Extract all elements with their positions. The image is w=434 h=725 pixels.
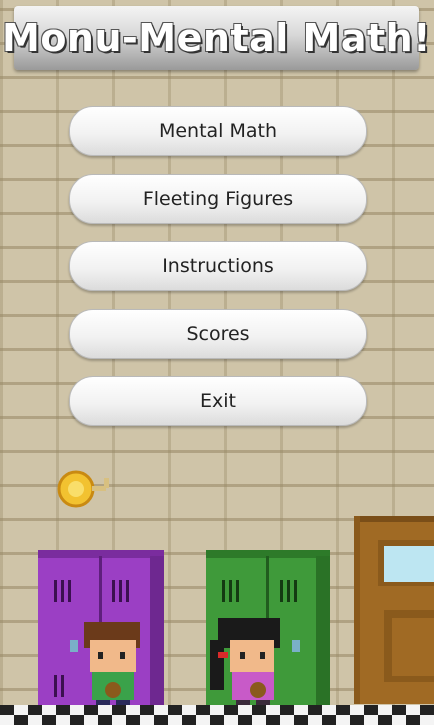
girl-character xyxy=(210,618,280,720)
mental-math-button[interactable]: Mental Math xyxy=(69,106,367,156)
green-locker xyxy=(206,550,330,721)
boy-character xyxy=(84,622,140,720)
purple-locker xyxy=(38,550,164,721)
scores-button[interactable]: Scores xyxy=(69,309,367,359)
wooden-door xyxy=(354,516,434,704)
checkered-floor xyxy=(0,705,434,725)
game-title: Monu-Mental Math! xyxy=(2,16,432,60)
exit-button[interactable]: Exit xyxy=(69,376,367,426)
gold-coin-icon xyxy=(57,470,109,508)
instructions-button[interactable]: Instructions xyxy=(69,241,367,291)
title-banner: Monu-Mental Math! xyxy=(2,6,431,70)
fleeting-figures-button[interactable]: Fleeting Figures xyxy=(69,174,367,224)
